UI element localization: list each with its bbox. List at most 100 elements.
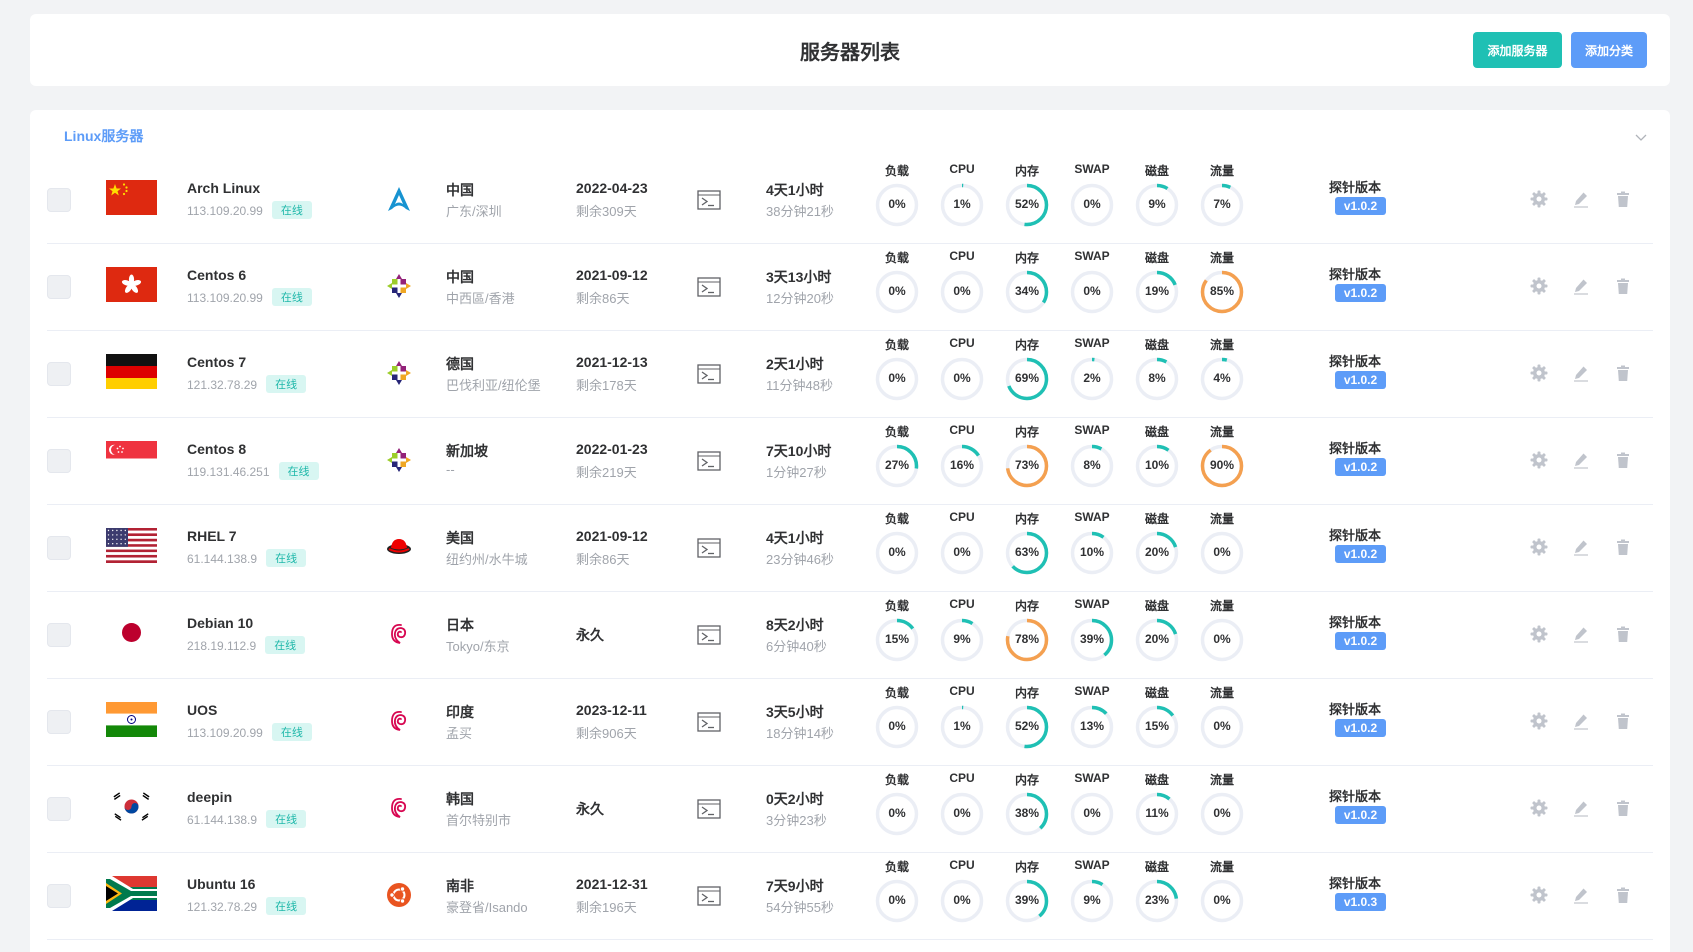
terminal-icon[interactable] — [697, 363, 721, 385]
metric-disk: 磁盘 11% — [1134, 771, 1180, 841]
metric-label: SWAP — [1074, 336, 1110, 350]
metric-label: 磁盘 — [1144, 512, 1169, 526]
server-country: 德国 — [446, 356, 474, 372]
delete-icon[interactable] — [1614, 190, 1632, 208]
server-name[interactable]: Ubuntu 16 — [187, 876, 255, 892]
gear-icon[interactable] — [1530, 886, 1548, 904]
server-row: UOS 113.109.20.99 在线 印度 孟买 2023-12-11 剩余9… — [47, 678, 1653, 766]
delete-icon[interactable] — [1614, 625, 1632, 643]
row-checkbox[interactable] — [47, 710, 71, 734]
row-checkbox[interactable] — [47, 188, 71, 212]
row-checkbox[interactable] — [47, 536, 71, 560]
gear-icon[interactable] — [1530, 799, 1548, 817]
gear-icon[interactable] — [1530, 451, 1548, 469]
server-row: Arch Linux 113.109.20.99 在线 中国 广东/深圳 2022… — [47, 156, 1653, 244]
terminal-icon[interactable] — [697, 711, 721, 733]
row-checkbox[interactable] — [47, 884, 71, 908]
edit-icon[interactable] — [1572, 799, 1590, 817]
terminal-icon[interactable] — [697, 276, 721, 298]
delete-icon[interactable] — [1614, 886, 1632, 904]
server-name[interactable]: Debian 10 — [187, 615, 253, 631]
metric-value: 73% — [1014, 458, 1040, 472]
server-row: Ubuntu 16 121.32.78.29 在线 南非 豪登省/Isando 2… — [47, 852, 1653, 940]
centos-os-icon — [384, 445, 414, 475]
metric-load: 负载 0% — [874, 162, 920, 232]
server-name[interactable]: Centos 6 — [187, 267, 246, 283]
server-region: 巴伐利亚/纽伦堡 — [446, 378, 541, 393]
category-title[interactable]: Linux服务器 — [64, 126, 143, 146]
metric-label: SWAP — [1074, 249, 1110, 263]
metric-value: 0% — [953, 371, 971, 385]
server-name[interactable]: UOS — [187, 702, 217, 718]
terminal-icon[interactable] — [697, 537, 721, 559]
uptime-days: 8天2小时 — [766, 617, 824, 633]
metric-label: 负载 — [884, 425, 909, 439]
server-ip: 113.109.20.99 在线 — [187, 201, 312, 219]
edit-icon[interactable] — [1572, 538, 1590, 556]
edit-icon[interactable] — [1572, 364, 1590, 382]
metric-label: 流量 — [1209, 686, 1234, 700]
metric-label: 磁盘 — [1144, 599, 1169, 613]
metric-value: 78% — [1014, 632, 1040, 646]
metric-value: 52% — [1014, 197, 1040, 211]
metric-value: 0% — [953, 806, 971, 820]
server-country: 印度 — [446, 704, 474, 720]
edit-icon[interactable] — [1572, 277, 1590, 295]
server-name[interactable]: Arch Linux — [187, 180, 260, 196]
edit-icon[interactable] — [1572, 625, 1590, 643]
terminal-icon[interactable] — [697, 189, 721, 211]
gear-icon[interactable] — [1530, 277, 1548, 295]
gear-icon[interactable] — [1530, 538, 1548, 556]
metric-load: 负载 15% — [874, 597, 920, 667]
gear-icon[interactable] — [1530, 625, 1548, 643]
metric-label: 负载 — [884, 251, 909, 265]
uptime-minutes: 1分钟27秒 — [766, 465, 827, 480]
edit-icon[interactable] — [1572, 886, 1590, 904]
row-checkbox[interactable] — [47, 275, 71, 299]
metric-value: 15% — [1144, 719, 1170, 733]
server-name[interactable]: RHEL 7 — [187, 528, 237, 544]
metric-load: 负载 27% — [874, 423, 920, 493]
delete-icon[interactable] — [1614, 277, 1632, 295]
server-row: Centos 6 113.109.20.99 在线 中国 中西區/香港 2021-… — [47, 243, 1653, 331]
metric-label: 负载 — [884, 686, 909, 700]
row-checkbox[interactable] — [47, 362, 71, 386]
server-category-panel: Linux服务器 Arch Linux 113.109.20.99 在线 中国 广… — [30, 110, 1670, 952]
metric-load: 负载 0% — [874, 336, 920, 406]
add-category-button[interactable]: 添加分类 — [1571, 32, 1647, 68]
terminal-icon[interactable] — [697, 885, 721, 907]
gear-icon[interactable] — [1530, 190, 1548, 208]
delete-icon[interactable] — [1614, 364, 1632, 382]
server-name[interactable]: Centos 8 — [187, 441, 246, 457]
chevron-down-icon[interactable] — [1634, 130, 1648, 144]
gear-icon[interactable] — [1530, 364, 1548, 382]
delete-icon[interactable] — [1614, 799, 1632, 817]
server-region: 中西區/香港 — [446, 291, 515, 306]
edit-icon[interactable] — [1572, 190, 1590, 208]
edit-icon[interactable] — [1572, 712, 1590, 730]
add-server-button[interactable]: 添加服务器 — [1473, 32, 1562, 68]
server-name[interactable]: Centos 7 — [187, 354, 246, 370]
probe-version-label: 探针版本 — [1328, 354, 1381, 369]
edit-icon[interactable] — [1572, 451, 1590, 469]
row-checkbox[interactable] — [47, 797, 71, 821]
metric-label: 流量 — [1209, 512, 1234, 526]
terminal-icon[interactable] — [697, 624, 721, 646]
delete-icon[interactable] — [1614, 538, 1632, 556]
metric-cpu: CPU 1% — [939, 162, 985, 232]
server-name[interactable]: deepin — [187, 789, 232, 805]
delete-icon[interactable] — [1614, 712, 1632, 730]
metric-traffic: 流量 0% — [1199, 597, 1245, 667]
metric-value: 0% — [888, 545, 906, 559]
metric-disk: 磁盘 19% — [1134, 249, 1180, 319]
gear-icon[interactable] — [1530, 712, 1548, 730]
metric-value: 85% — [1209, 284, 1235, 298]
terminal-icon[interactable] — [697, 450, 721, 472]
metric-traffic: 流量 90% — [1199, 423, 1245, 493]
row-checkbox[interactable] — [47, 449, 71, 473]
expire-date: 2022-01-23 — [576, 441, 648, 457]
status-badge: 在线 — [266, 375, 307, 393]
delete-icon[interactable] — [1614, 451, 1632, 469]
row-checkbox[interactable] — [47, 623, 71, 647]
terminal-icon[interactable] — [697, 798, 721, 820]
